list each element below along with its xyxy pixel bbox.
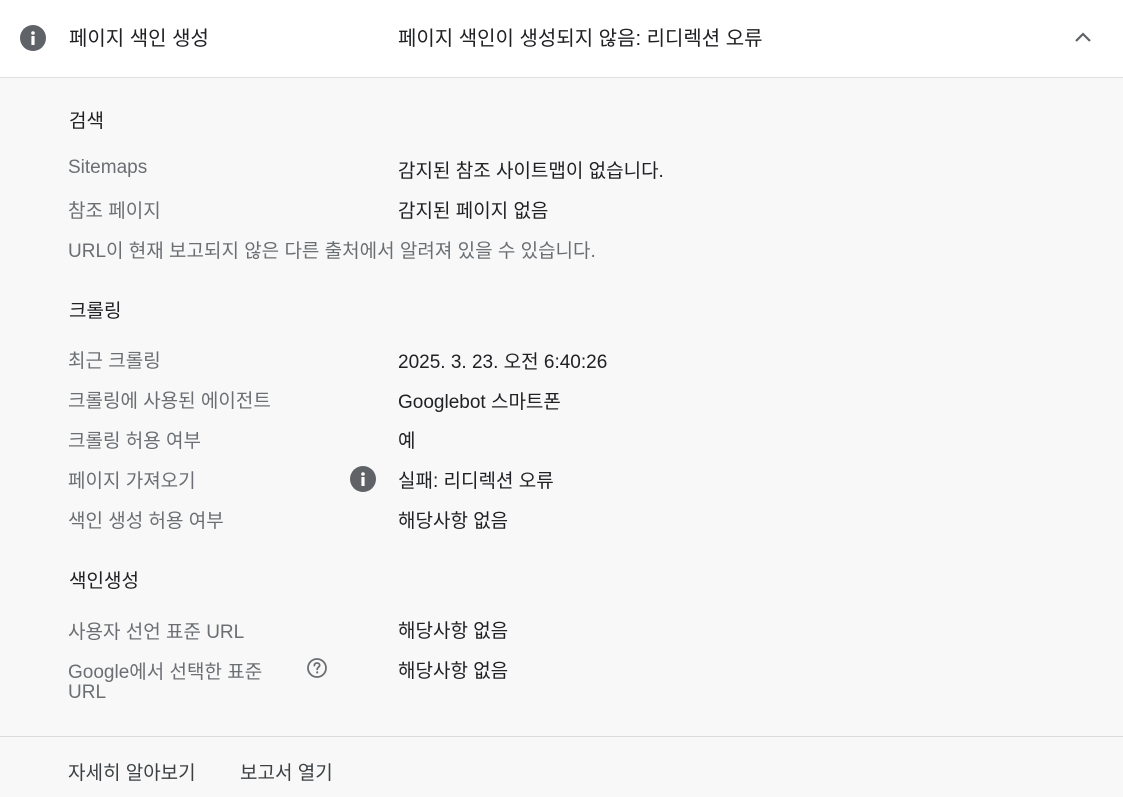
open-report-link[interactable]: 보고서 열기	[240, 758, 333, 785]
crawled-as-label: 크롤링에 사용된 에이전트	[68, 391, 271, 412]
collapse-button[interactable]	[1066, 22, 1100, 54]
indexing-allowed-value: 해당사항 없음	[398, 511, 509, 532]
last-crawl-label: 최근 크롤링	[68, 351, 161, 372]
referring-page-value: 감지된 페이지 없음	[398, 201, 549, 222]
page-fetch-value: 실패: 리디렉션 오류	[398, 471, 554, 492]
last-crawl-value: 2025. 3. 23. 오전 6:40:26	[398, 352, 608, 373]
google-canonical-value: 해당사항 없음	[398, 661, 509, 682]
learn-more-link[interactable]: 자세히 알아보기	[68, 758, 196, 785]
info-icon	[20, 25, 46, 51]
sitemaps-label: Sitemaps	[68, 157, 148, 178]
footer-actions: 자세히 알아보기 보고서 열기	[0, 736, 1123, 797]
referring-page-label: 참조 페이지	[68, 201, 161, 222]
page-indexing-header[interactable]: 페이지 색인 생성 페이지 색인이 생성되지 않음: 리디렉션 오류	[0, 0, 1123, 78]
page-fetch-info-icon[interactable]	[350, 466, 376, 492]
help-icon[interactable]	[306, 657, 328, 679]
sitemaps-value: 감지된 참조 사이트맵이 없습니다.	[398, 161, 664, 182]
crawl-allowed-label: 크롤링 허용 여부	[68, 431, 201, 452]
crawl-heading: 크롤링	[69, 301, 122, 322]
google-canonical-label: Google에서 선택한 표준	[68, 662, 263, 683]
discovery-heading: 검색	[69, 111, 104, 132]
page-fetch-label: 페이지 가져오기	[68, 471, 196, 492]
status-text: 페이지 색인이 생성되지 않음: 리디렉션 오류	[398, 28, 763, 50]
crawl-allowed-value: 예	[398, 431, 416, 452]
indexing-allowed-label: 색인 생성 허용 여부	[68, 511, 224, 532]
crawled-as-value: Googlebot 스마트폰	[398, 392, 561, 413]
section-title: 페이지 색인 생성	[69, 28, 209, 50]
user-canonical-label: 사용자 선언 표준 URL	[68, 622, 245, 643]
google-canonical-label-line2: URL	[68, 682, 107, 703]
discovery-note: URL이 현재 보고되지 않은 다른 출처에서 알려져 있을 수 있습니다.	[68, 241, 596, 262]
indexing-heading: 색인생성	[69, 571, 139, 592]
chevron-up-icon	[1075, 32, 1091, 42]
user-canonical-value: 해당사항 없음	[398, 621, 509, 642]
